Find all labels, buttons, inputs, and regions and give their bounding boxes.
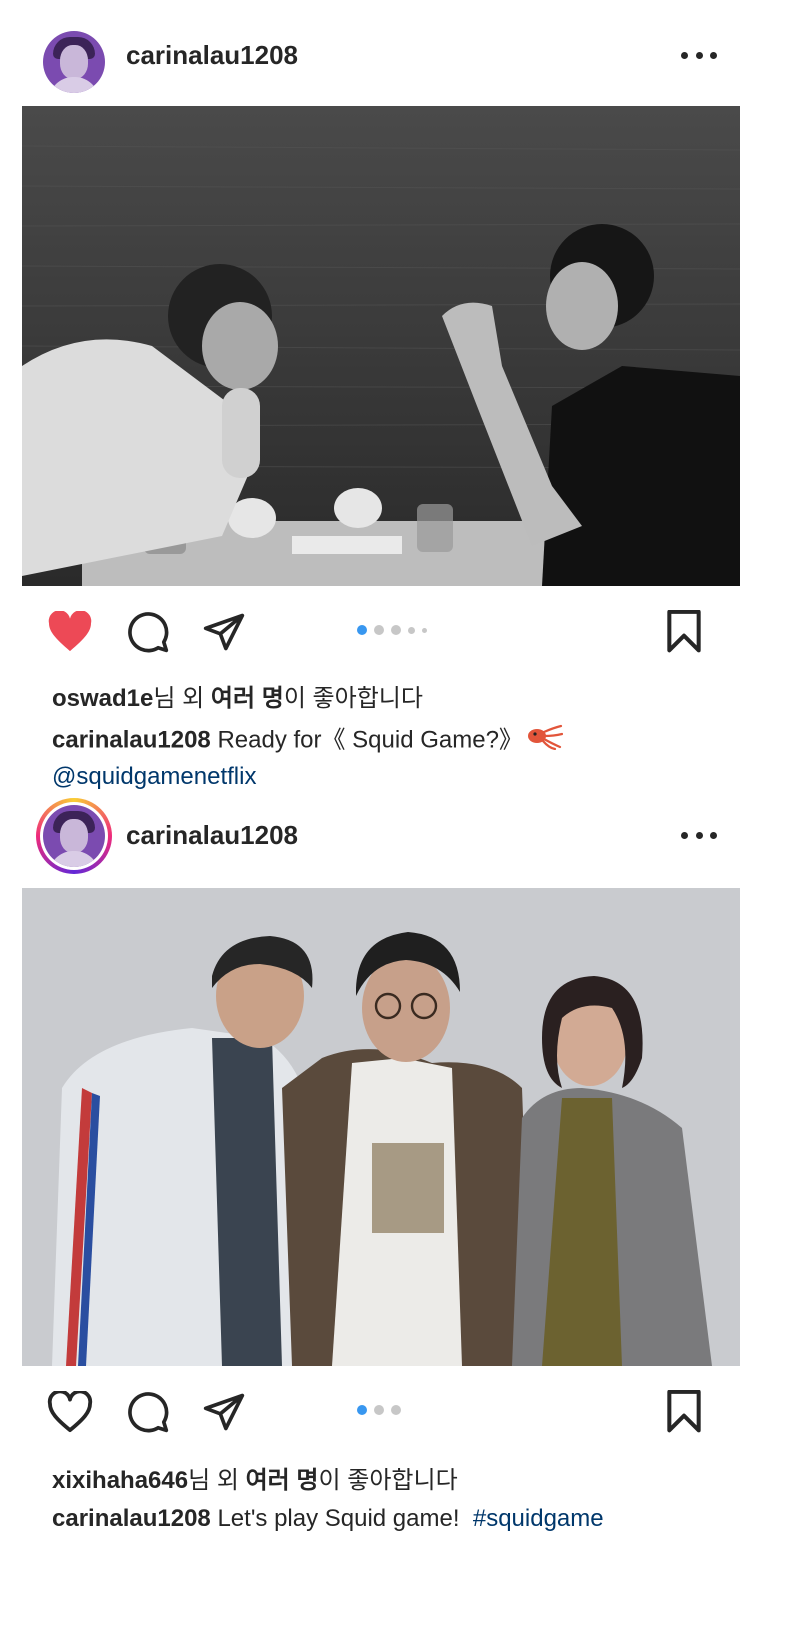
avatar-story-ring[interactable] [36, 798, 112, 874]
likes-others[interactable]: 여러 명 [246, 1467, 319, 1494]
more-icon[interactable] [681, 50, 717, 60]
bookmark-icon[interactable] [660, 1388, 708, 1436]
post-username[interactable]: carinalau1208 [126, 820, 298, 851]
caption-text: Ready for《 Squid Game?》 [210, 726, 523, 754]
post-actions [0, 1388, 797, 1452]
more-icon[interactable] [681, 830, 717, 840]
comment-icon[interactable] [124, 608, 172, 656]
caption-username[interactable]: carinalau1208 [52, 1505, 211, 1532]
likes-suffix: 님 외 [153, 685, 211, 712]
caption: carinalau1208 Let's play Squid game! #sq… [52, 1502, 752, 1536]
heart-icon[interactable] [46, 608, 94, 656]
comment-icon[interactable] [124, 1388, 172, 1436]
post-header: carinalau1208 [0, 790, 797, 874]
avatar[interactable] [36, 24, 112, 100]
squid-icon [527, 722, 564, 760]
liker-username[interactable]: oswad1e [52, 685, 153, 712]
share-icon[interactable] [200, 608, 248, 656]
post-username[interactable]: carinalau1208 [126, 40, 298, 71]
caption: carinalau1208 Ready for《 Squid Game?》 @s… [52, 722, 752, 794]
caption-text: Let's play Squid game! [210, 1505, 473, 1532]
likes-suffix: 님 외 [188, 1467, 246, 1494]
likes-text[interactable]: oswad1e님 외 여러 명이 좋아합니다 [52, 678, 423, 713]
carousel-dots [357, 625, 427, 635]
post-actions [0, 608, 797, 672]
post-header: carinalau1208 [0, 14, 797, 96]
likes-suffix-end: 이 좋아합니다 [318, 1467, 458, 1494]
hashtag-link[interactable]: #squidgame [473, 1505, 604, 1532]
carousel-dots [357, 1405, 401, 1415]
likes-suffix-end: 이 좋아합니다 [283, 685, 423, 712]
bookmark-icon[interactable] [660, 608, 708, 656]
mention-link[interactable]: @squidgamenetflix [52, 763, 256, 790]
heart-icon[interactable] [46, 1388, 94, 1436]
post-photo[interactable] [22, 106, 740, 586]
post-photo[interactable] [22, 888, 740, 1366]
liker-username[interactable]: xixihaha646 [52, 1467, 188, 1494]
caption-username[interactable]: carinalau1208 [52, 726, 211, 753]
share-icon[interactable] [200, 1388, 248, 1436]
likes-text[interactable]: xixihaha646님 외 여러 명이 좋아합니다 [52, 1460, 458, 1495]
likes-others[interactable]: 여러 명 [211, 685, 284, 712]
